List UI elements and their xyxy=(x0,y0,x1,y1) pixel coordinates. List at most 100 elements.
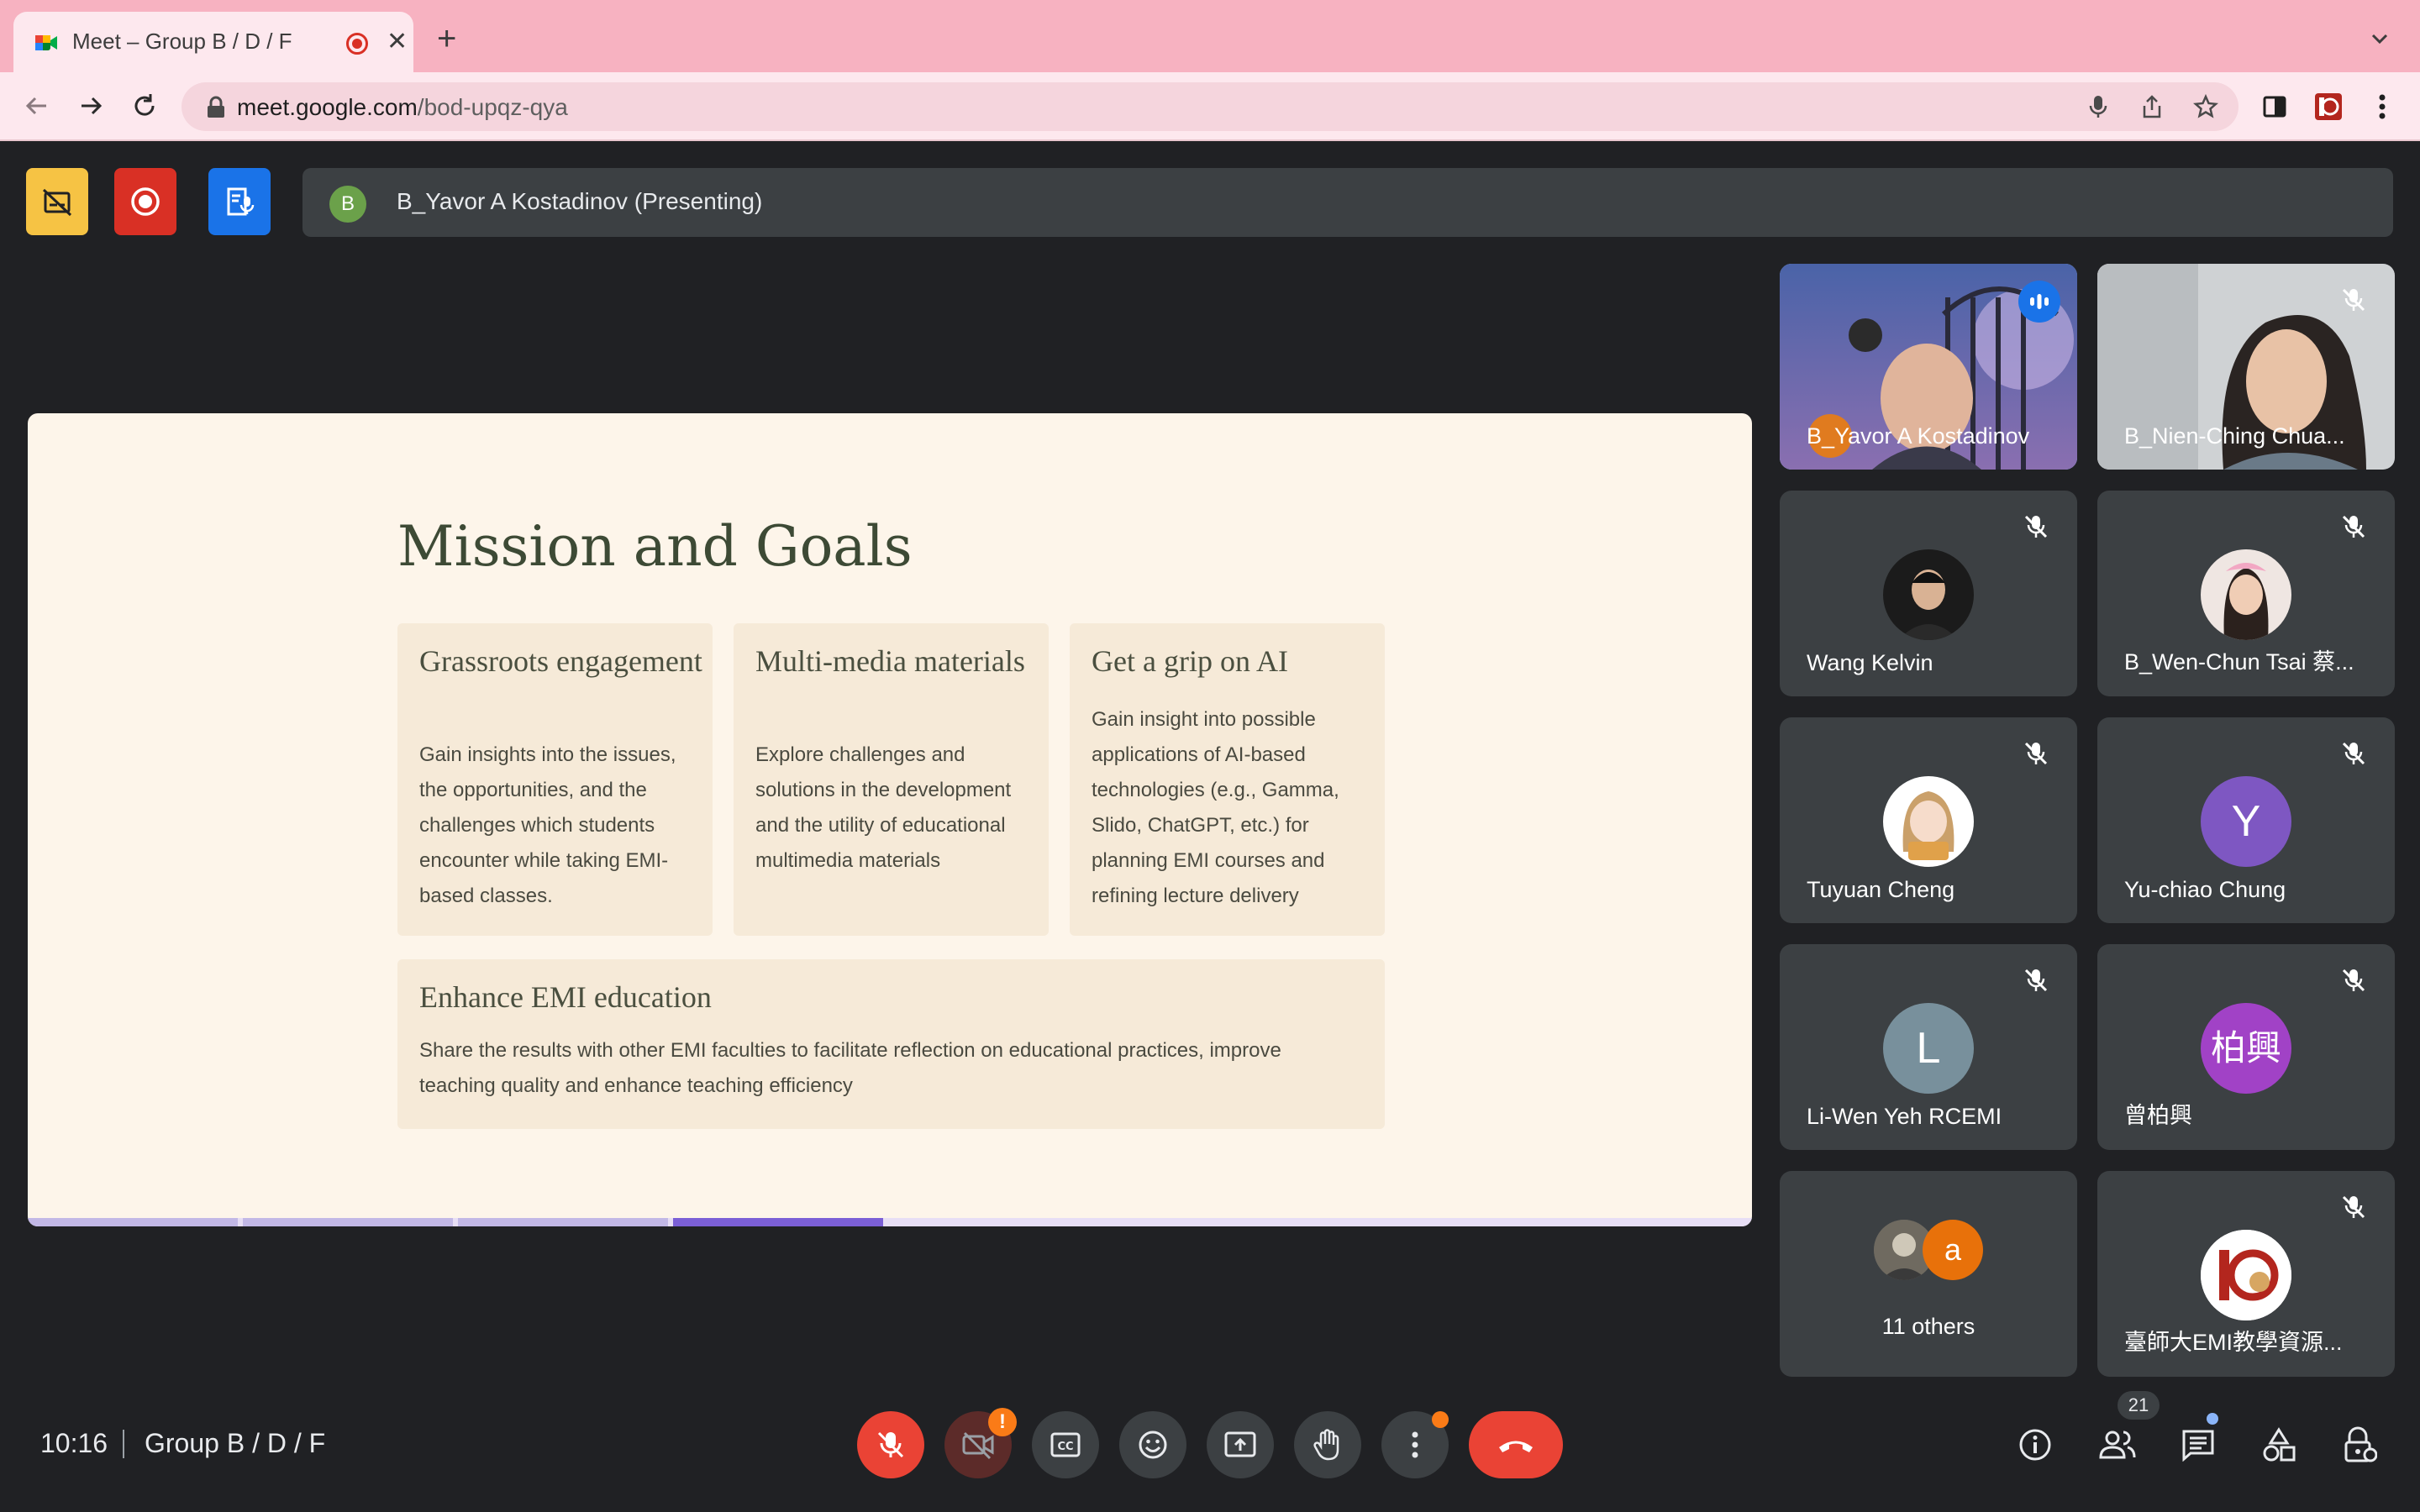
captions-icon: CC xyxy=(1050,1432,1081,1457)
tab-search-chevron-icon[interactable] xyxy=(2366,25,2393,52)
captions-button[interactable]: CC xyxy=(1032,1411,1099,1478)
participant-tile[interactable]: 柏興 曾柏興 xyxy=(2097,944,2395,1150)
mic-off-icon xyxy=(877,1431,904,1458)
participant-name: Yu-chiao Chung xyxy=(2124,877,2286,902)
participant-name: Wang Kelvin xyxy=(1807,650,1933,675)
reload-icon xyxy=(134,94,155,116)
svg-text:CC: CC xyxy=(1057,1441,1073,1453)
emoji-icon xyxy=(1139,1431,1167,1459)
participant-name: B_Nien-Ching Chua... xyxy=(2124,423,2345,449)
participant-avatar xyxy=(1883,549,1974,640)
back-button[interactable] xyxy=(17,86,57,126)
participant-name: 臺師大EMI教學資源... xyxy=(2124,1330,2343,1355)
back-arrow-icon xyxy=(25,97,46,115)
others-count-label: 11 others xyxy=(1881,1314,1975,1339)
present-screen-button[interactable] xyxy=(1207,1411,1274,1478)
camera-toggle-button[interactable]: ! xyxy=(944,1408,1017,1478)
card-heading: Multi-media materials xyxy=(755,644,1025,678)
presented-slide: Mission and Goals Grassroots engagement … xyxy=(28,413,1752,1226)
muted-mic-icon xyxy=(2342,969,2365,992)
url-host: meet.google.com xyxy=(237,94,418,120)
participant-tile[interactable]: L Li-Wen Yeh RCEMI xyxy=(1780,944,2077,1150)
muted-mic-icon xyxy=(2024,969,2048,992)
progress-segment-current xyxy=(673,1218,883,1226)
reactions-button[interactable] xyxy=(1119,1411,1186,1478)
muted-mic-icon xyxy=(2342,1195,2365,1219)
participant-avatar: Y xyxy=(2201,776,2291,867)
microphone-toggle-button[interactable] xyxy=(857,1411,924,1478)
host-controls-lock-icon xyxy=(2344,1426,2377,1462)
browser-tab-meet[interactable]: Meet – Group B / D / F ✕ xyxy=(13,12,413,72)
participant-name: Tuyuan Cheng xyxy=(1807,877,1955,902)
profile-avatar-icon[interactable] xyxy=(2312,91,2344,123)
people-button[interactable] xyxy=(2096,1423,2139,1467)
card-heading: Enhance EMI education xyxy=(419,980,712,1014)
others-tile[interactable]: a 11 others xyxy=(1780,1171,2077,1377)
participant-tile[interactable]: Wang Kelvin xyxy=(1780,491,2077,696)
leave-call-button[interactable] xyxy=(1469,1411,1563,1478)
camera-off-icon xyxy=(962,1431,994,1460)
present-screen-icon xyxy=(1224,1431,1256,1457)
slide-progress-bar xyxy=(28,1218,1752,1226)
more-options-button[interactable] xyxy=(1381,1411,1449,1478)
transcript-button[interactable] xyxy=(208,168,271,235)
participant-avatar xyxy=(1883,776,1974,867)
browser-menu-icon[interactable] xyxy=(2366,91,2398,123)
browser-tab-strip: Meet – Group B / D / F ✕ + xyxy=(0,0,2420,72)
muted-mic-icon xyxy=(2024,742,2048,765)
participant-name: B_Wen-Chun Tsai 蔡... xyxy=(2124,649,2354,675)
url-text[interactable]: meet.google.com/bod-upqz-qya xyxy=(237,94,568,121)
address-bar[interactable]: meet.google.com/bod-upqz-qya xyxy=(182,82,2238,131)
bottom-divider xyxy=(123,1430,124,1458)
participant-tile[interactable]: Tuyuan Cheng xyxy=(1780,717,2077,923)
recording-indicator-button[interactable] xyxy=(114,168,176,235)
url-path: /bod-upqz-qya xyxy=(417,94,568,120)
share-icon[interactable] xyxy=(2138,92,2166,121)
card-heading: Get a grip on AI xyxy=(1092,644,1288,678)
participant-count-badge: 21 xyxy=(2118,1391,2160,1420)
meeting-name: Group B / D / F xyxy=(145,1428,326,1458)
participant-tile[interactable]: Y Yu-chiao Chung xyxy=(2097,717,2395,923)
more-vertical-icon xyxy=(1412,1431,1418,1458)
participant-tile[interactable]: B_Yavor A Kostadinov xyxy=(1780,264,2077,470)
goal-card-multimedia: Multi-media materials Explore challenges… xyxy=(734,623,1049,936)
progress-segment xyxy=(243,1218,453,1226)
chat-unread-dot xyxy=(2207,1413,2218,1425)
participant-avatar: L xyxy=(1883,1003,1974,1094)
reload-button[interactable] xyxy=(124,86,165,126)
forward-button[interactable] xyxy=(71,86,111,126)
mic-in-use-icon[interactable] xyxy=(2084,92,2112,121)
muted-mic-icon xyxy=(2342,742,2365,765)
hang-up-icon xyxy=(1499,1441,1533,1452)
bookmark-star-icon[interactable] xyxy=(2191,92,2220,121)
raise-hand-icon xyxy=(1313,1429,1339,1461)
forward-arrow-icon xyxy=(82,97,103,115)
muted-mic-icon xyxy=(2342,515,2365,538)
host-controls-button[interactable] xyxy=(2338,1423,2381,1467)
activities-button[interactable] xyxy=(2257,1423,2301,1467)
lock-icon[interactable] xyxy=(205,96,227,119)
participant-avatar xyxy=(2201,1230,2291,1320)
transcript-icon xyxy=(227,187,255,216)
record-icon xyxy=(131,187,160,216)
raise-hand-button[interactable] xyxy=(1294,1411,1361,1478)
new-tab-button[interactable]: + xyxy=(437,22,456,55)
google-meet-favicon-icon xyxy=(35,35,57,50)
companion-mode-button[interactable] xyxy=(26,168,88,235)
participant-avatar: 柏興 xyxy=(2201,1003,2291,1094)
meeting-details-button[interactable] xyxy=(2013,1423,2057,1467)
participant-tile[interactable]: 臺師大EMI教學資源... xyxy=(2097,1171,2395,1377)
notification-dot xyxy=(1432,1411,1449,1428)
speaking-indicator-icon xyxy=(2018,281,2060,323)
tab-close-icon[interactable]: ✕ xyxy=(387,25,408,59)
participant-tile[interactable]: B_Wen-Chun Tsai 蔡... xyxy=(2097,491,2395,696)
camera-warning-badge: ! xyxy=(988,1408,1017,1436)
muted-mic-icon xyxy=(2342,288,2365,312)
presentation-banner: B B_Yavor A Kostadinov (Presenting) xyxy=(302,168,2393,237)
chat-button[interactable] xyxy=(2176,1423,2220,1467)
slide-title: Mission and Goals xyxy=(397,514,913,579)
side-panel-icon[interactable] xyxy=(2259,91,2291,123)
muted-mic-icon xyxy=(2024,515,2048,538)
card-body: Share the results with other EMI faculti… xyxy=(419,1039,1281,1097)
participant-tile[interactable]: B_Nien-Ching Chua... xyxy=(2097,264,2395,470)
